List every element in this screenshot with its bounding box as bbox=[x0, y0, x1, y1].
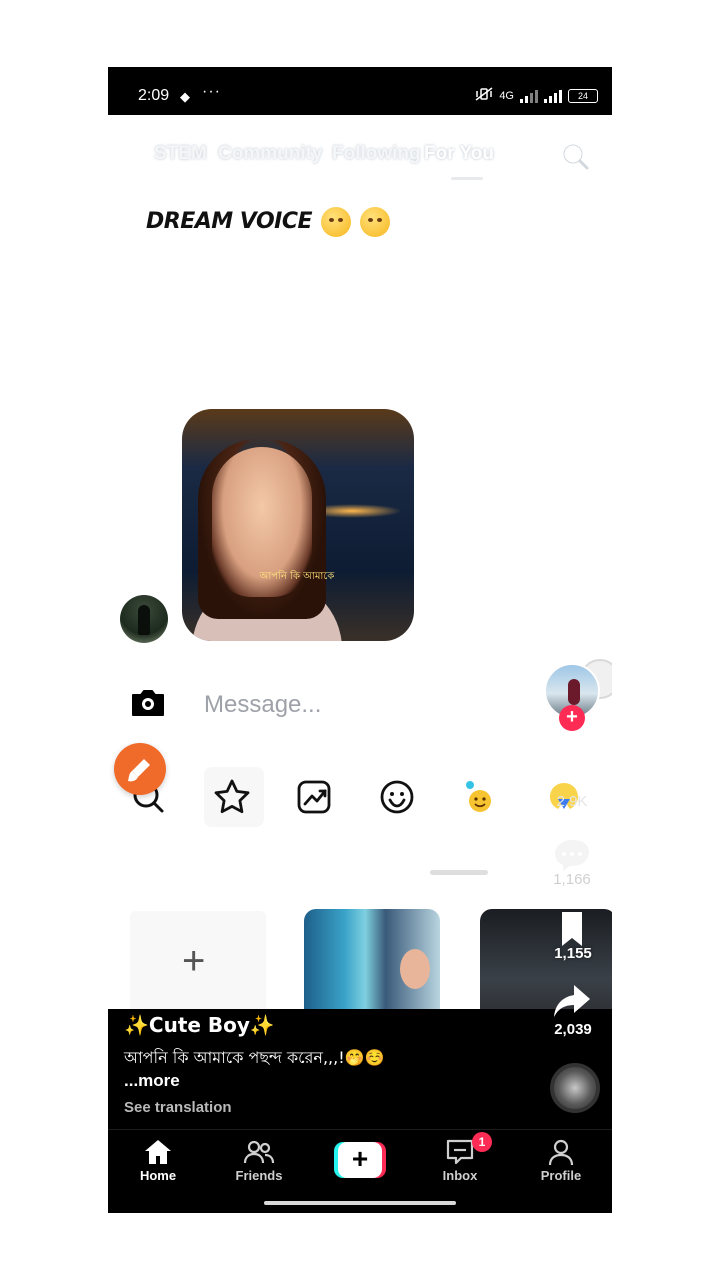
animated-emoji-icon[interactable] bbox=[460, 777, 500, 817]
friends-icon bbox=[243, 1140, 275, 1164]
see-translation-link[interactable]: See translation bbox=[124, 1099, 232, 1116]
pensive-emoji-icon bbox=[360, 207, 391, 237]
share-icon[interactable] bbox=[550, 981, 594, 1021]
bookmark-icon[interactable] bbox=[550, 909, 594, 949]
follow-button[interactable]: + bbox=[559, 705, 585, 731]
layers-icon: ◆ bbox=[180, 89, 190, 104]
home-indicator[interactable] bbox=[264, 1201, 456, 1205]
comment-icon[interactable] bbox=[550, 835, 594, 875]
eye-roll-emoji-icon bbox=[321, 207, 352, 237]
create-plus-icon: + bbox=[338, 1142, 382, 1178]
panel-drag-handle[interactable] bbox=[430, 870, 488, 875]
nav-inbox[interactable]: 1 Inbox bbox=[420, 1132, 500, 1183]
tab-following[interactable]: Following bbox=[332, 143, 421, 165]
nav-friends-label: Friends bbox=[235, 1168, 283, 1183]
message-input[interactable] bbox=[204, 687, 504, 723]
signal-icon bbox=[520, 89, 538, 103]
status-dots: ··· bbox=[202, 83, 221, 100]
search-icon[interactable] bbox=[560, 141, 590, 171]
signal-icon-2 bbox=[544, 89, 562, 103]
network-type: 4G bbox=[499, 89, 514, 102]
status-indicators: 4G 24 bbox=[475, 87, 598, 104]
home-icon bbox=[145, 1140, 171, 1164]
author-name[interactable]: ✨Cute Boy✨ bbox=[124, 1013, 275, 1037]
nav-home[interactable]: Home bbox=[118, 1138, 198, 1183]
brush-button[interactable] bbox=[114, 743, 166, 795]
vibrate-off-icon bbox=[475, 87, 493, 104]
sender-name-text: DREAM VOICE bbox=[146, 209, 313, 234]
trending-sticker-icon[interactable] bbox=[294, 777, 334, 817]
tab-stem[interactable]: STEM bbox=[154, 143, 207, 165]
feed-tabs: STEM Community Following For You bbox=[108, 139, 612, 179]
create-button[interactable]: + bbox=[334, 1142, 386, 1178]
sender-name: DREAM VOICE bbox=[146, 207, 391, 237]
star-icon[interactable] bbox=[212, 777, 252, 817]
profile-icon bbox=[548, 1139, 574, 1166]
share-count: 2,039 bbox=[554, 1021, 592, 1038]
active-tab-indicator bbox=[451, 177, 483, 180]
video-subtitle: আপনি কি আমাকে bbox=[259, 571, 335, 582]
nav-friends[interactable]: Friends bbox=[219, 1138, 299, 1183]
brush-icon bbox=[128, 759, 150, 782]
caption-text: আপনি কি আমাকে পছন্দ করেন,,,!🤭☺️ bbox=[124, 1048, 385, 1067]
save-count: 1,155 bbox=[554, 945, 592, 962]
nav-home-label: Home bbox=[139, 1168, 177, 1183]
status-bar: 2:09 ◆ ··· 4G 24 bbox=[108, 67, 612, 115]
comment-count: 1,166 bbox=[553, 871, 591, 888]
tab-community[interactable]: Community bbox=[218, 143, 323, 165]
emoji-icon[interactable] bbox=[377, 777, 417, 817]
tab-for-you[interactable]: For You bbox=[424, 143, 494, 165]
shared-video-card[interactable]: আপনি কি আমাকে bbox=[182, 409, 414, 641]
plus-icon: + bbox=[182, 939, 206, 983]
sender-avatar[interactable] bbox=[120, 595, 168, 643]
nav-profile[interactable]: Profile bbox=[521, 1138, 601, 1183]
nav-inbox-label: Inbox bbox=[442, 1168, 478, 1183]
like-count: 2.9K bbox=[556, 793, 588, 810]
camera-icon[interactable] bbox=[128, 683, 168, 723]
battery-icon: 24 bbox=[568, 88, 598, 103]
more-link[interactable]: ...more bbox=[124, 1071, 180, 1091]
nav-profile-label: Profile bbox=[540, 1168, 582, 1183]
inbox-badge: 1 bbox=[472, 1132, 492, 1152]
music-disc-icon[interactable] bbox=[550, 1063, 600, 1113]
status-time: 2:09 bbox=[138, 87, 170, 104]
phone-screen: 2:09 ◆ ··· 4G 24 STEM Community Followin… bbox=[108, 67, 612, 1213]
